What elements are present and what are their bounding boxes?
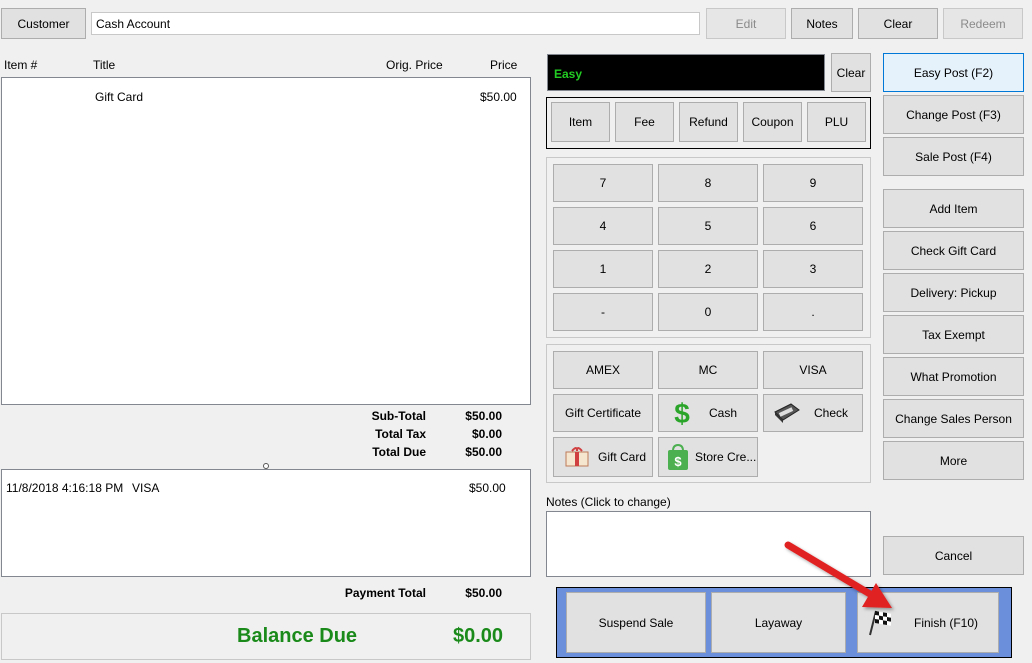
payment-total-value: $50.00 [465,586,502,600]
tender-check-button[interactable]: Check [763,394,863,432]
tender-cash-label: Cash [709,406,738,420]
column-orig-price: Orig. Price [386,58,443,72]
what-promotion-button[interactable]: What Promotion [883,357,1024,396]
keypad-3-button[interactable]: 3 [763,250,863,288]
items-table-header: Item # Title Orig. Price Price [1,53,531,77]
total-due-label: Total Due [372,445,426,459]
entry-clear-button[interactable]: Clear [831,53,871,92]
shopping-bag-icon: $ [663,442,693,472]
tender-cash-button[interactable]: $ Cash [658,394,758,432]
balance-due-value: $0.00 [453,625,504,647]
total-tax-label: Total Tax [375,427,426,441]
tender-gift-card-label: Gift Card [598,450,647,464]
keypad-7-button[interactable]: 7 [553,164,653,202]
item-type-coupon-button[interactable]: Coupon [743,102,802,142]
item-type-plu-button[interactable]: PLU [807,102,866,142]
column-title: Title [93,58,116,72]
notes-button[interactable]: Notes [791,8,853,39]
balance-due-label: Balance Due [237,625,358,647]
delivery-pickup-button[interactable]: Delivery: Pickup [883,273,1024,312]
tax-exempt-button[interactable]: Tax Exempt [883,315,1024,354]
more-button[interactable]: More [883,441,1024,480]
add-item-button[interactable]: Add Item [883,189,1024,228]
column-price: Price [490,58,518,72]
items-list[interactable]: Gift Card $50.00 [1,77,531,405]
keypad-1-button[interactable]: 1 [553,250,653,288]
redeem-button[interactable]: Redeem [943,8,1023,39]
payment-amount: $50.00 [469,481,506,495]
svg-text:$: $ [674,398,690,428]
clear-customer-button[interactable]: Clear [858,8,938,39]
subtotal-value: $50.00 [465,409,502,423]
change-post-button[interactable]: Change Post (F3) [883,95,1024,134]
keypad-minus-button[interactable]: - [553,293,653,331]
payment-date: 11/8/2018 4:16:18 PM [6,481,124,495]
tender-mc-button[interactable]: MC [658,351,758,389]
keypad-8-button[interactable]: 8 [658,164,758,202]
notes-label[interactable]: Notes (Click to change) [546,495,671,509]
balance-panel: Balance Due $0.00 [1,613,531,660]
payments-list[interactable]: 11/8/2018 4:16:18 PM VISA $50.00 [1,469,531,577]
tender-gift-card-button[interactable]: Gift Card [553,437,653,477]
finish-label: Finish (F10) [913,615,978,630]
entry-mode-text: Easy [554,67,583,81]
row-price: $50.00 [480,90,517,104]
table-row[interactable]: Gift Card $50.00 [2,87,530,107]
keypad-2-button[interactable]: 2 [658,250,758,288]
total-due-value: $50.00 [465,445,502,459]
keypad-4-button[interactable]: 4 [553,207,653,245]
column-item: Item # [4,58,38,72]
entry-display[interactable]: Easy [547,54,825,91]
customer-field[interactable]: Cash Account [91,12,700,35]
suspend-sale-button[interactable]: Suspend Sale [566,592,706,653]
keypad-0-button[interactable]: 0 [658,293,758,331]
svg-text:$: $ [674,454,682,469]
keypad-6-button[interactable]: 6 [763,207,863,245]
keypad-9-button[interactable]: 9 [763,164,863,202]
tender-check-label: Check [814,406,849,420]
edit-button[interactable]: Edit [706,8,786,39]
change-sales-person-button[interactable]: Change Sales Person [883,399,1024,438]
sale-post-button[interactable]: Sale Post (F4) [883,137,1024,176]
item-type-fee-button[interactable]: Fee [615,102,674,142]
item-type-item-button[interactable]: Item [551,102,610,142]
easy-post-button[interactable]: Easy Post (F2) [883,53,1024,92]
tender-visa-button[interactable]: VISA [763,351,863,389]
item-type-refund-button[interactable]: Refund [679,102,738,142]
tender-gift-certificate-button[interactable]: Gift Certificate [553,394,653,432]
customer-button[interactable]: Customer [1,8,86,39]
tender-store-credit-label: Store Cre... [695,450,757,464]
tender-amex-button[interactable]: AMEX [553,351,653,389]
check-gift-card-button[interactable]: Check Gift Card [883,231,1024,270]
total-tax-value: $0.00 [471,427,502,441]
tender-store-credit-button[interactable]: $ Store Cre... [658,437,758,477]
dollar-icon: $ [667,398,697,428]
subtotal-label: Sub-Total [371,409,426,423]
payment-total-label: Payment Total [344,586,426,600]
payment-method: VISA [132,481,160,495]
gift-card-icon [562,442,592,472]
keypad-decimal-button[interactable]: . [763,293,863,331]
check-reader-icon [772,398,802,428]
annotation-arrow-icon [784,541,892,608]
payment-row[interactable]: 11/8/2018 4:16:18 PM VISA $50.00 [2,479,530,497]
row-title: Gift Card [95,90,144,104]
customer-value: Cash Account [96,17,171,31]
keypad-5-button[interactable]: 5 [658,207,758,245]
